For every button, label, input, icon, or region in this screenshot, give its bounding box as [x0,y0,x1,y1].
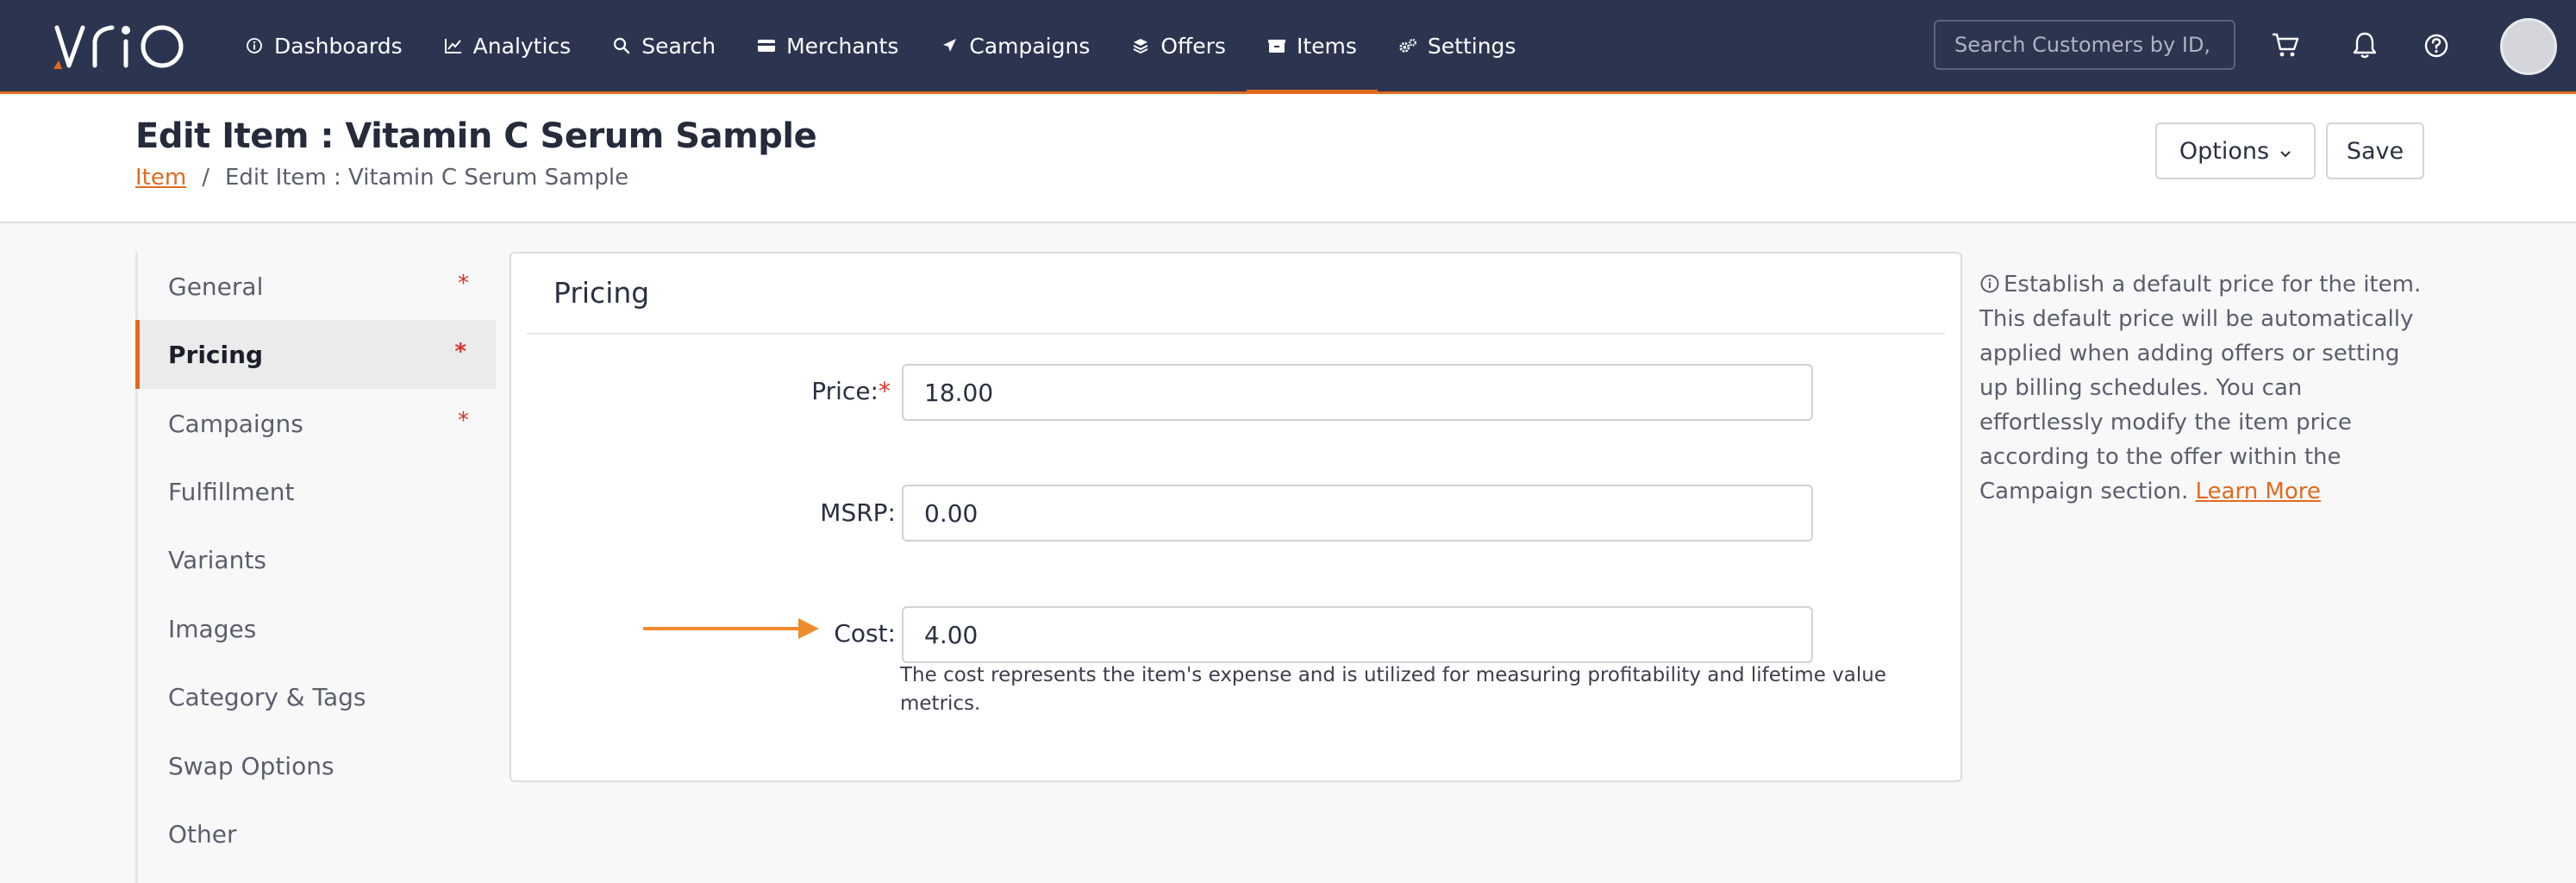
item-sections-menu: General * Pricing * Campaigns * Fulfillm… [135,252,496,883]
nav-item-settings[interactable]: Settings [1378,0,1537,91]
panel-divider [527,333,1945,335]
nav-item-label: Offers [1160,33,1226,59]
side-item-images[interactable]: Images [138,594,498,663]
vrio-logo[interactable] [50,19,188,74]
credit-card-icon [757,36,776,55]
search-icon [612,36,631,55]
options-button-label: Options [2179,137,2270,165]
nav-item-label: Items [1296,33,1357,59]
required-marker: * [458,271,469,297]
side-item-label: Campaigns [168,409,303,438]
side-item-fulfillment[interactable]: Fulfillment [138,457,498,526]
cart-icon[interactable] [2266,26,2305,66]
info-icon [1980,274,1999,293]
side-item-label: Category & Tags [168,682,366,711]
side-item-general[interactable]: General * [138,252,498,321]
side-item-campaigns[interactable]: Campaigns * [138,389,498,458]
side-item-label: Swap Options [168,751,335,780]
gears-icon [1398,36,1417,55]
required-marker: * [454,339,466,365]
page-title: Edit Item : Vitamin C Serum Sample [135,116,817,156]
side-item-swap-options[interactable]: Swap Options [138,731,498,800]
side-item-category-tags[interactable]: Category & Tags [138,662,498,731]
chevron-down-icon [2279,138,2292,165]
nav-item-merchants[interactable]: Merchants [736,0,919,91]
cost-help-text: The cost represents the item's expense a… [900,664,1886,715]
top-navbar: Dashboards Analytics Search Merchants Ca… [0,0,2576,94]
save-button-label: Save [2346,137,2404,165]
nav-item-label: Campaigns [969,33,1091,59]
bell-icon[interactable] [2345,26,2385,66]
nav-item-items[interactable]: Items [1246,0,1378,94]
box-icon [1267,36,1286,55]
pricing-panel: Pricing Price:* MSRP: Cost: The cost rep… [510,252,1962,782]
nav-item-label: Merchants [786,33,899,59]
avatar[interactable] [2500,18,2557,75]
required-marker: * [878,377,891,405]
info-circle-icon [245,36,264,55]
pricing-info: Establish a default price for the item. … [1979,267,2428,509]
nav-item-dashboards[interactable]: Dashboards [224,0,423,91]
nav-item-campaigns[interactable]: Campaigns [919,0,1110,91]
side-item-label: Pricing [168,340,264,369]
nav-item-label: Analytics [472,33,572,59]
price-label: Price:* [811,377,891,405]
msrp-input[interactable] [902,485,1813,542]
info-text: Establish a default price for the item. … [1979,272,2422,504]
learn-more-link[interactable]: Learn More [2196,479,2321,504]
side-item-label: Fulfillment [168,477,295,506]
panel-title: Pricing [553,276,650,310]
side-item-variants[interactable]: Variants [138,525,498,594]
layers-icon [1131,36,1150,55]
main-nav: Dashboards Analytics Search Merchants Ca… [224,0,1537,94]
breadcrumb-separator: / [202,165,209,191]
options-button[interactable]: Options [2155,122,2316,179]
nav-item-label: Search [641,33,716,59]
side-item-label: Other [168,819,237,849]
side-item-label: General [168,272,264,301]
msrp-label: MSRP: [820,498,896,527]
customer-search-input[interactable] [1954,33,2215,57]
cost-input[interactable] [902,606,1813,663]
side-item-other[interactable]: Other [138,799,498,868]
paper-plane-icon [940,36,959,55]
cost-label: Cost: [834,619,896,648]
breadcrumb-current: Edit Item : Vitamin C Serum Sample [224,165,629,191]
side-item-pricing[interactable]: Pricing * [135,320,496,389]
required-marker: * [458,408,469,434]
nav-item-label: Dashboards [274,33,403,59]
side-item-label: Images [168,614,257,643]
breadcrumb-link-item[interactable]: Item [135,165,186,191]
nav-item-search[interactable]: Search [591,0,736,91]
side-item-label: Variants [168,545,266,574]
page-header: Edit Item : Vitamin C Serum Sample Item … [0,94,2576,223]
nav-item-analytics[interactable]: Analytics [423,0,592,91]
save-button[interactable]: Save [2326,122,2424,179]
customer-search-box[interactable] [1934,20,2235,70]
breadcrumb: Item / Edit Item : Vitamin C Serum Sampl… [135,165,628,191]
nav-item-offers[interactable]: Offers [1110,0,1247,91]
nav-item-label: Settings [1427,33,1516,59]
help-icon[interactable] [2417,26,2456,66]
price-input[interactable] [902,364,1813,421]
line-chart-icon [444,36,463,55]
